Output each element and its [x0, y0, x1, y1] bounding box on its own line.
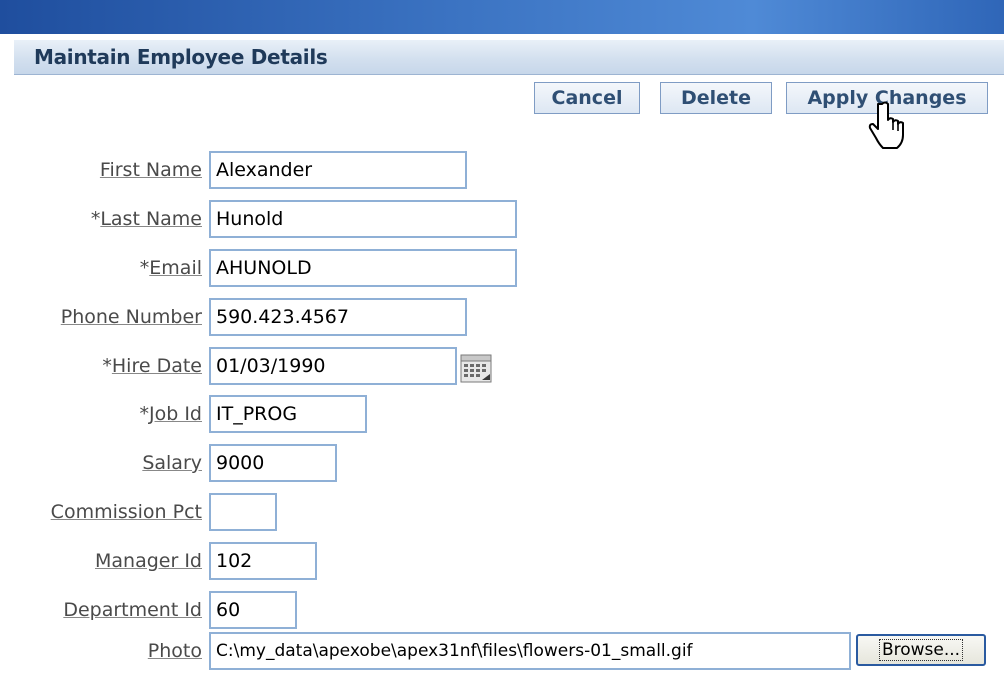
hire-date-label[interactable]: *Hire Date — [102, 355, 202, 377]
first-name-input[interactable] — [209, 151, 467, 189]
email-label[interactable]: *Email — [140, 257, 202, 279]
manager-id-input[interactable] — [209, 542, 317, 580]
calendar-icon[interactable] — [458, 349, 494, 385]
phone-number-label[interactable]: Phone Number — [61, 306, 202, 328]
first-name-label[interactable]: First Name — [100, 159, 202, 181]
photo-label[interactable]: Photo — [148, 640, 202, 662]
commission-pct-label[interactable]: Commission Pct — [51, 501, 202, 523]
photo-file-input[interactable] — [209, 632, 851, 670]
job-id-label[interactable]: *Job Id — [140, 403, 203, 425]
salary-label[interactable]: Salary — [142, 452, 202, 474]
last-name-label[interactable]: *Last Name — [91, 208, 202, 230]
last-name-input[interactable] — [209, 200, 517, 238]
top-banner — [0, 0, 1004, 34]
department-id-input[interactable] — [209, 591, 297, 629]
cancel-button[interactable]: Cancel — [534, 82, 640, 114]
job-id-input[interactable] — [209, 395, 367, 433]
manager-id-label[interactable]: Manager Id — [95, 550, 202, 572]
phone-number-input[interactable] — [209, 298, 467, 336]
hand-pointer-icon — [868, 101, 904, 149]
salary-input[interactable] — [209, 444, 337, 482]
browse-button-label: Browse... — [878, 639, 964, 661]
delete-button[interactable]: Delete — [660, 82, 772, 114]
region-header: Maintain Employee Details — [14, 40, 1004, 75]
email-input[interactable] — [209, 249, 517, 287]
commission-pct-input[interactable] — [209, 493, 277, 531]
department-id-label[interactable]: Department Id — [63, 599, 202, 621]
region-title: Maintain Employee Details — [34, 45, 328, 69]
browse-button[interactable]: Browse... — [856, 634, 986, 666]
hire-date-input[interactable] — [209, 347, 457, 385]
